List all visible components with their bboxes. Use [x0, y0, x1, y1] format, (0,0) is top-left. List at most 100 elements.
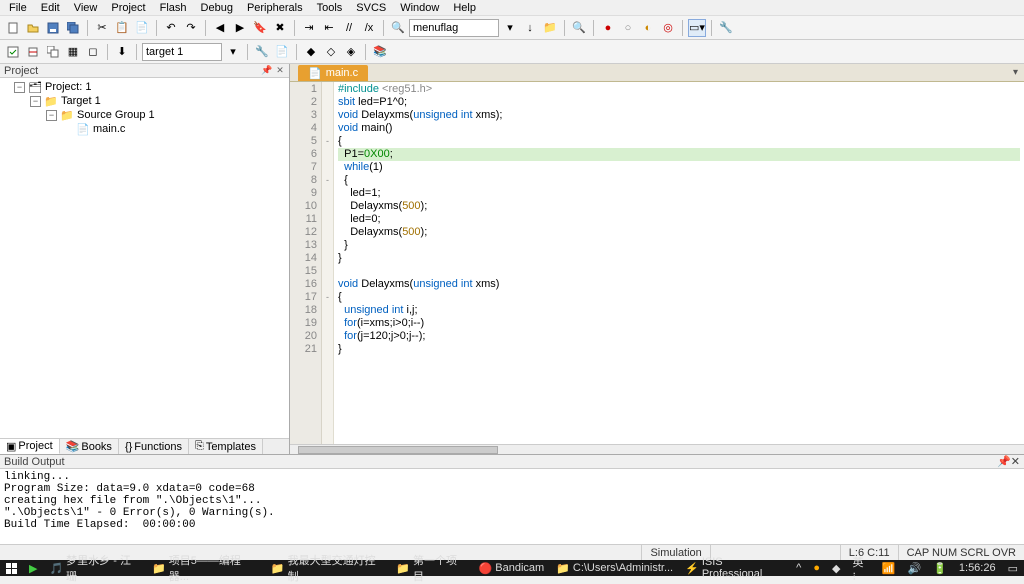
debug-icon[interactable]: 🔍	[570, 19, 588, 37]
undo-icon[interactable]: ↶	[162, 19, 180, 37]
open-icon[interactable]	[24, 19, 42, 37]
file-tab-active[interactable]: 📄 main.c	[298, 65, 368, 81]
tray-battery-icon[interactable]: 🔋	[927, 560, 953, 576]
comment-icon[interactable]: //	[340, 19, 358, 37]
panel-close-icon[interactable]: ✕	[1011, 456, 1020, 468]
tray-time[interactable]: 1:56:26	[953, 560, 1002, 576]
project-tree[interactable]: − 🗂 Project: 1 − 📁 Target 1 − 📁 Source G…	[0, 78, 289, 438]
tree-group[interactable]: − 📁 Source Group 1	[2, 108, 287, 122]
panel-tab-functions[interactable]: {}Functions	[119, 439, 189, 454]
find-next-icon[interactable]: ↓	[521, 19, 539, 37]
tray-up-icon[interactable]: ^	[790, 560, 807, 576]
menu-help[interactable]: Help	[446, 1, 483, 15]
menu-flash[interactable]: Flash	[153, 1, 194, 15]
tree-target[interactable]: − 📁 Target 1	[2, 94, 287, 108]
manage3-icon[interactable]: ◈	[342, 43, 360, 61]
copy-icon[interactable]: 📋	[113, 19, 131, 37]
tray-bandicam-icon[interactable]: ●	[807, 560, 826, 576]
bp-disable-icon[interactable]: ○	[619, 19, 637, 37]
build-output-text[interactable]: linking... Program Size: data=9.0 xdata=…	[0, 469, 1024, 544]
saveall-icon[interactable]	[64, 19, 82, 37]
outdent-icon[interactable]: ⇤	[320, 19, 338, 37]
taskbar-app[interactable]: 📁C:\Users\Administr...	[550, 560, 679, 576]
find-combo[interactable]	[409, 19, 499, 37]
batch-build-icon[interactable]: ▦	[64, 43, 82, 61]
panel-close-icon[interactable]: ✕	[275, 66, 285, 76]
code-text[interactable]: #include <reg51.h>sbit led=P1^0;void Del…	[334, 82, 1024, 444]
bookmark-prev-icon[interactable]: ◀	[211, 19, 229, 37]
start-button[interactable]	[0, 560, 23, 576]
collapse-icon[interactable]: −	[14, 82, 25, 93]
panel-pin-icon[interactable]: 📌	[262, 66, 272, 76]
taskbar-app[interactable]: 🔴Bandicam	[473, 560, 551, 576]
taskbar-app[interactable]: 📁项目5——编程器...	[146, 560, 265, 576]
manage-icon[interactable]: ◆	[302, 43, 320, 61]
tab-overflow-icon[interactable]: ▾	[1013, 67, 1018, 78]
translate-icon[interactable]	[4, 43, 22, 61]
collapse-icon[interactable]: −	[30, 96, 41, 107]
code-area[interactable]: 123456789101112131415161718192021 --- #i…	[290, 82, 1024, 444]
tree-root[interactable]: − 🗂 Project: 1	[2, 80, 287, 94]
manage2-icon[interactable]: ◇	[322, 43, 340, 61]
taskbar-play-icon[interactable]: ▶	[23, 560, 43, 576]
bookmark-icon[interactable]: 🔖	[251, 19, 269, 37]
tray-volume-icon[interactable]: 🔊	[901, 560, 927, 576]
menu-view[interactable]: View	[67, 1, 105, 15]
indent-icon[interactable]: ⇥	[300, 19, 318, 37]
target-select[interactable]	[142, 43, 222, 61]
taskbar-app[interactable]: 📁第一个项目	[390, 560, 472, 576]
project-icon: 🗂	[28, 81, 42, 93]
stop-build-icon[interactable]: ◻	[84, 43, 102, 61]
tree-file[interactable]: 📄 main.c	[2, 122, 287, 136]
cut-icon[interactable]: ✂	[93, 19, 111, 37]
hscroll-thumb[interactable]	[298, 446, 498, 454]
panel-tab-books[interactable]: 📚Books	[60, 439, 119, 454]
options-icon[interactable]: 🔧	[253, 43, 271, 61]
rebuild-icon[interactable]	[44, 43, 62, 61]
editor-tabstrip: 📄 main.c ▾	[290, 64, 1024, 82]
menu-file[interactable]: File	[2, 1, 34, 15]
menu-edit[interactable]: Edit	[34, 1, 67, 15]
folder-icon: 📁	[60, 109, 74, 121]
paste-icon[interactable]: 📄	[133, 19, 151, 37]
save-icon[interactable]	[44, 19, 62, 37]
tray-wifi-icon[interactable]: 📶	[876, 560, 902, 576]
bookmark-next-icon[interactable]: ▶	[231, 19, 249, 37]
download-icon[interactable]: ⬇	[113, 43, 131, 61]
menu-window[interactable]: Window	[393, 1, 446, 15]
window-icon[interactable]: ▭▾	[688, 19, 706, 37]
breakpoint-icon[interactable]: ●	[599, 19, 617, 37]
fold-column[interactable]: ---	[322, 82, 334, 444]
find-icon[interactable]: 🔍	[389, 19, 407, 37]
bp-list-icon[interactable]: ◎	[659, 19, 677, 37]
menu-svcs[interactable]: SVCS	[349, 1, 393, 15]
menu-debug[interactable]: Debug	[194, 1, 240, 15]
file-ext-icon[interactable]: 📄	[273, 43, 291, 61]
tray-icon[interactable]: ◆	[826, 560, 846, 576]
tray-notif-icon[interactable]: ▭	[1002, 560, 1024, 576]
taskbar-app[interactable]: ⚡ISIS Professional	[679, 560, 790, 576]
bp-killall-icon[interactable]: ◐	[639, 19, 657, 37]
panel-tab-project[interactable]: ▣Project	[0, 439, 60, 454]
new-icon[interactable]	[4, 19, 22, 37]
build-icon[interactable]	[24, 43, 42, 61]
taskbar-app[interactable]: 🎵梦里水乡 - 江珊	[43, 560, 146, 576]
panel-tab-templates[interactable]: ⎘Templates	[189, 439, 263, 454]
editor-hscroll[interactable]	[290, 444, 1024, 454]
panel-pin-icon[interactable]: 📌	[997, 456, 1011, 468]
uncomment-icon[interactable]: /x	[360, 19, 378, 37]
redo-icon[interactable]: ↷	[182, 19, 200, 37]
tray-lang[interactable]: 英 ⁝	[846, 560, 875, 576]
menu-project[interactable]: Project	[104, 1, 152, 15]
taskbar-app[interactable]: 📁我最大型交通灯控制	[265, 560, 390, 576]
find-dropdown-icon[interactable]: ▾	[501, 19, 519, 37]
menu-tools[interactable]: Tools	[310, 1, 350, 15]
bookmark-clear-icon[interactable]: ✖	[271, 19, 289, 37]
collapse-icon[interactable]: −	[46, 110, 57, 121]
configure-icon[interactable]: 🔧	[717, 19, 735, 37]
toolbar-build: ▦ ◻ ⬇ ▾ 🔧 📄 ◆ ◇ ◈ 📚	[0, 40, 1024, 64]
books-icon[interactable]: 📚	[371, 43, 389, 61]
find-in-files-icon[interactable]: 📁	[541, 19, 559, 37]
target-dropdown-icon[interactable]: ▾	[224, 43, 242, 61]
menu-peripherals[interactable]: Peripherals	[240, 1, 310, 15]
